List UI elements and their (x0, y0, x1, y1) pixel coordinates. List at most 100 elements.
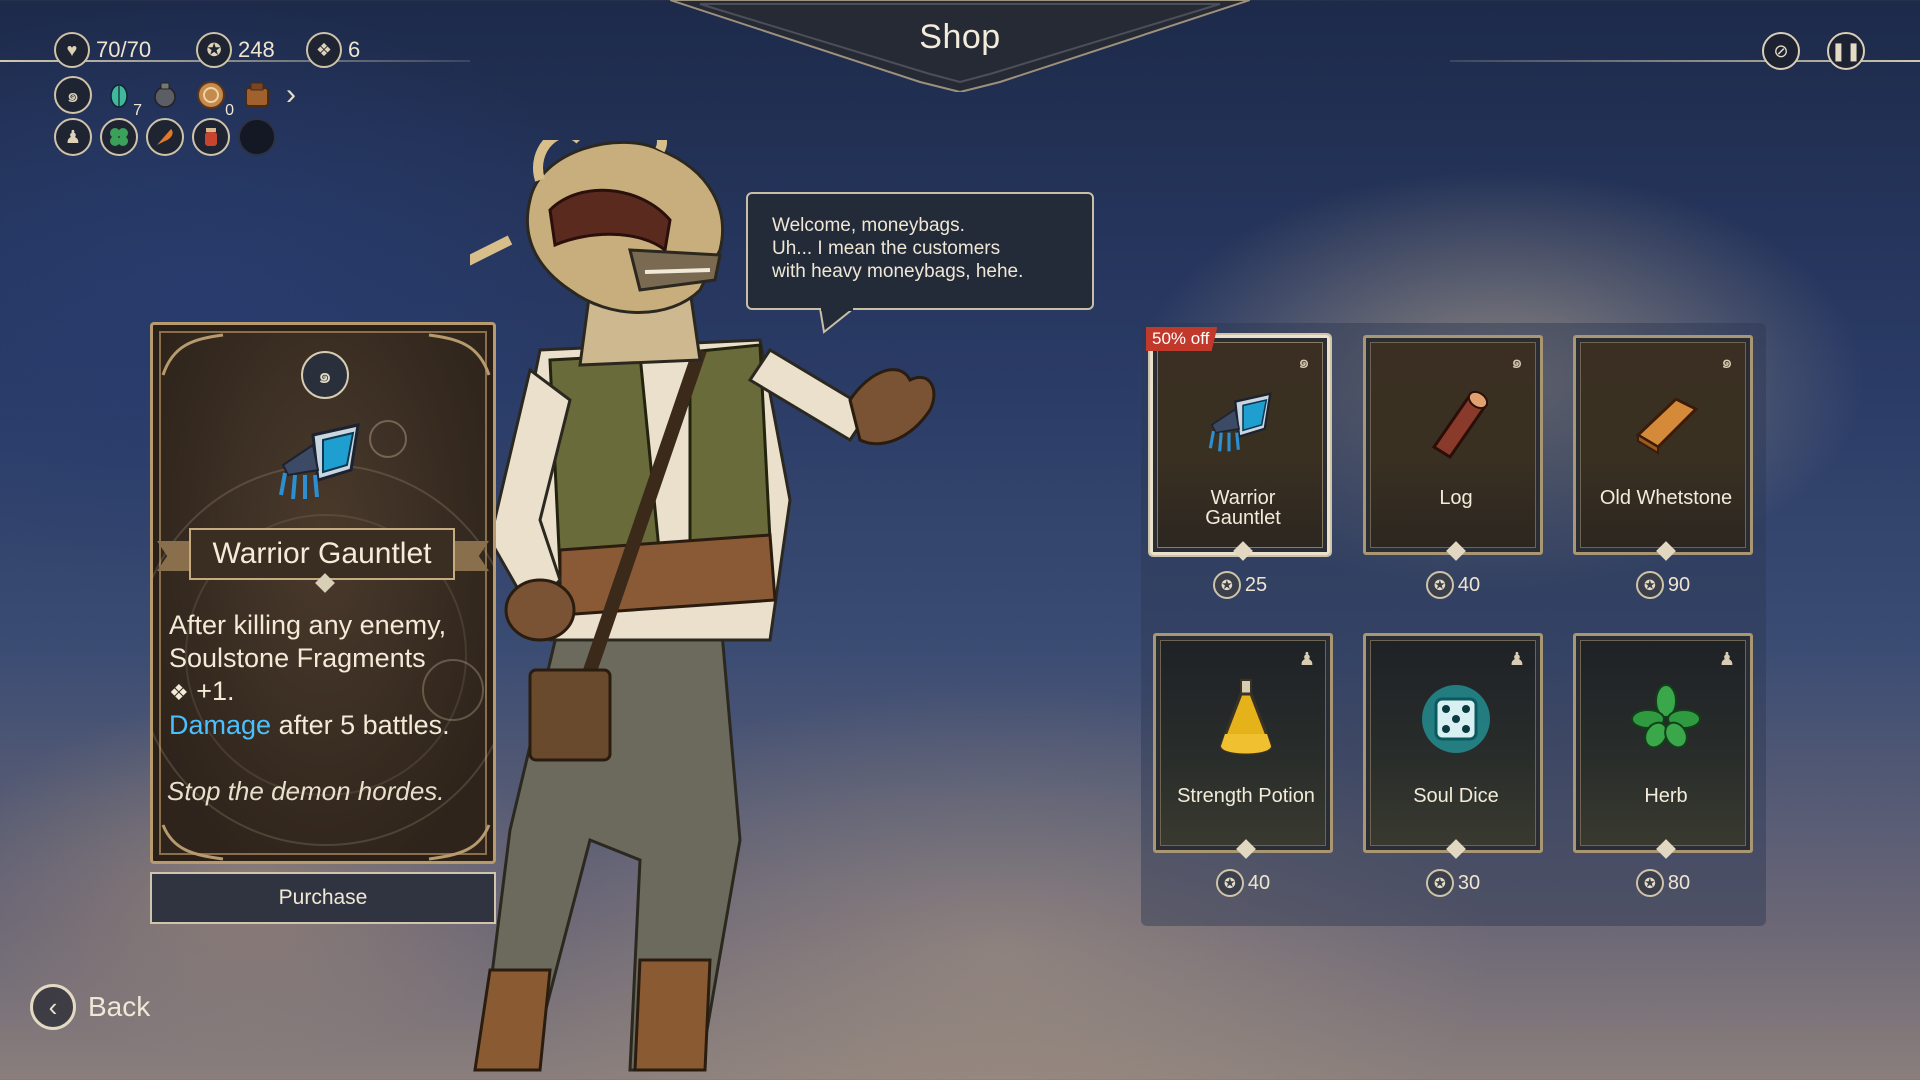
coin-icon: ✪ (1635, 869, 1664, 897)
relic-type-icon: ๑ (1298, 351, 1310, 372)
shop-item-old-whetstone[interactable]: ๑ Old Whetstone ✪ 90 (1573, 335, 1756, 599)
card-diamond (1446, 541, 1466, 561)
desc-value: +1. (196, 676, 235, 706)
card-diamond (1656, 839, 1676, 859)
soulstone-value: 6 (348, 37, 361, 62)
health-value: 70/70 (96, 37, 152, 62)
item-price: ✪ 80 (1573, 869, 1753, 897)
warrior-gauntlet-icon (279, 423, 360, 500)
relic-expand-arrow[interactable]: › (286, 78, 296, 112)
warrior-gauntlet-icon (1153, 376, 1333, 466)
price-value: 40 (1457, 573, 1481, 596)
desc-line: Soulstone Fragments (169, 643, 426, 673)
bubble-tail (818, 308, 856, 334)
coin-icon: ✪ (1635, 571, 1664, 599)
relic-type-icon: ๑ (1721, 351, 1733, 372)
price-value: 40 (1247, 871, 1271, 894)
shell-icon[interactable]: 0 (192, 76, 234, 119)
clover-icon[interactable] (100, 118, 138, 156)
whetstone-icon (1576, 376, 1756, 466)
dialogue-line: Welcome, moneybags. (772, 215, 965, 236)
desc-line: After killing any enemy, (169, 610, 447, 640)
soulstone-stat: ❖ 6 (306, 32, 360, 68)
item-card[interactable]: ๑ Log (1363, 335, 1546, 561)
card-diamond (1656, 541, 1676, 561)
pause-button[interactable]: ❚❚ (1827, 32, 1865, 70)
sack-icon: ♟ (1508, 648, 1526, 669)
feather-icon[interactable] (146, 118, 184, 156)
item-card[interactable]: ๑ Old Whetstone (1573, 335, 1756, 561)
item-detail-card: ๑ Warrior Gauntlet After killing any ene… (150, 322, 496, 864)
sack-icon: ♟ (1298, 648, 1316, 669)
item-description: After killing any enemy, Soulstone Fragm… (169, 609, 483, 742)
map-toggle-button[interactable]: ⊘ (1762, 32, 1800, 70)
sack-icon[interactable]: ♟ (54, 118, 92, 156)
chevron-left-icon: ‹ (30, 984, 76, 1030)
lantern-icon[interactable] (146, 76, 184, 114)
card-diamond (1233, 541, 1253, 561)
heart-icon: ♥ (54, 32, 90, 68)
shop-item-warrior-gauntlet[interactable]: ๑ Warrior Gauntlet 50% off ✪ 25 (1146, 327, 1333, 599)
back-button[interactable]: ‹ Back (30, 984, 150, 1030)
shop-item-herb[interactable]: ♟ Herb ✪ 80 (1573, 633, 1756, 897)
desc-text: after 5 battles. (271, 710, 450, 740)
desc-line: ❖ +1. (169, 675, 483, 709)
pause-icon: ❚❚ (1830, 40, 1862, 61)
item-card[interactable]: ♟ Soul Dice (1363, 633, 1546, 859)
soulstone-fragment-icon: ❖ (169, 680, 189, 705)
empty-slot[interactable] (238, 118, 276, 156)
relic-type-icon: ๑ (1511, 351, 1523, 372)
log-icon (1366, 376, 1546, 466)
damage-keyword[interactable]: Damage (169, 710, 271, 740)
item-card[interactable]: ๑ Warrior Gauntlet (1150, 335, 1333, 561)
coin-stat: ✪ 248 (196, 32, 275, 68)
coin-icon: ✪ (1212, 571, 1241, 599)
herb-icon (1576, 674, 1756, 764)
soulstone-icon: ❖ (306, 32, 342, 68)
card-diamond (1446, 839, 1466, 859)
item-card[interactable]: ♟ Strength Potion (1153, 633, 1333, 859)
shop-panel: ๑ Warrior Gauntlet 50% off ✪ 25 ๑ Log ✪ … (1141, 323, 1766, 926)
sack-icon: ♟ (1718, 648, 1736, 669)
item-flavor-text: Stop the demon hordes. (167, 776, 445, 806)
item-name: Warrior Gauntlet (1205, 487, 1281, 529)
merchant-dialogue: Welcome, moneybags. Uh... I mean the cus… (746, 192, 1094, 310)
health-stat: ♥ 70/70 (54, 32, 151, 68)
price-value: 80 (1667, 871, 1691, 894)
dialogue-line: Uh... I mean the customers (772, 238, 1001, 259)
spiral-icon[interactable]: ๑ (54, 76, 92, 114)
item-name: Strength Potion (1177, 785, 1315, 807)
desc-line: Damage after 5 battles. (169, 709, 483, 742)
item-price: ✪ 40 (1153, 869, 1333, 897)
coin-value: 248 (238, 37, 275, 62)
coin-icon: ✪ (1425, 571, 1454, 599)
relic-bar: ๑ 7 0 › (54, 76, 296, 119)
shop-item-soul-dice[interactable]: ♟ Soul Dice ✪ 30 (1363, 633, 1546, 897)
consumable-bar: ♟ (54, 118, 276, 156)
coin-icon: ✪ (1215, 869, 1244, 897)
no-eye-icon: ⊘ (1773, 40, 1789, 61)
relic-type-icon: ๑ (301, 351, 349, 399)
dialogue-line: with heavy moneybags, hehe. (772, 261, 1024, 282)
item-card[interactable]: ♟ Herb (1573, 633, 1756, 859)
title-banner: Shop (670, 0, 1250, 92)
item-price: ✪ 30 (1363, 869, 1543, 897)
jar-icon[interactable] (192, 118, 230, 156)
discount-badge: 50% off (1146, 327, 1218, 351)
purchase-button[interactable]: Purchase (150, 872, 496, 924)
price-value: 30 (1457, 871, 1481, 894)
shop-item-log[interactable]: ๑ Log ✪ 40 (1363, 335, 1546, 599)
card-diamond (1236, 839, 1256, 859)
bag-icon[interactable] (238, 76, 276, 114)
dice-icon (1366, 674, 1546, 764)
item-name: Old Whetstone (1599, 487, 1733, 509)
price-value: 25 (1244, 573, 1268, 596)
item-name: Warrior Gauntlet (189, 528, 455, 580)
coin-icon: ✪ (1425, 869, 1454, 897)
page-title: Shop (919, 18, 1001, 56)
item-price: ✪ 40 (1363, 571, 1543, 599)
item-name: Log (1439, 487, 1473, 509)
shop-item-strength-potion[interactable]: ♟ Strength Potion ✪ 40 (1153, 633, 1333, 897)
beetle-icon[interactable]: 7 (100, 76, 142, 119)
item-price: ✪ 25 (1150, 571, 1330, 599)
